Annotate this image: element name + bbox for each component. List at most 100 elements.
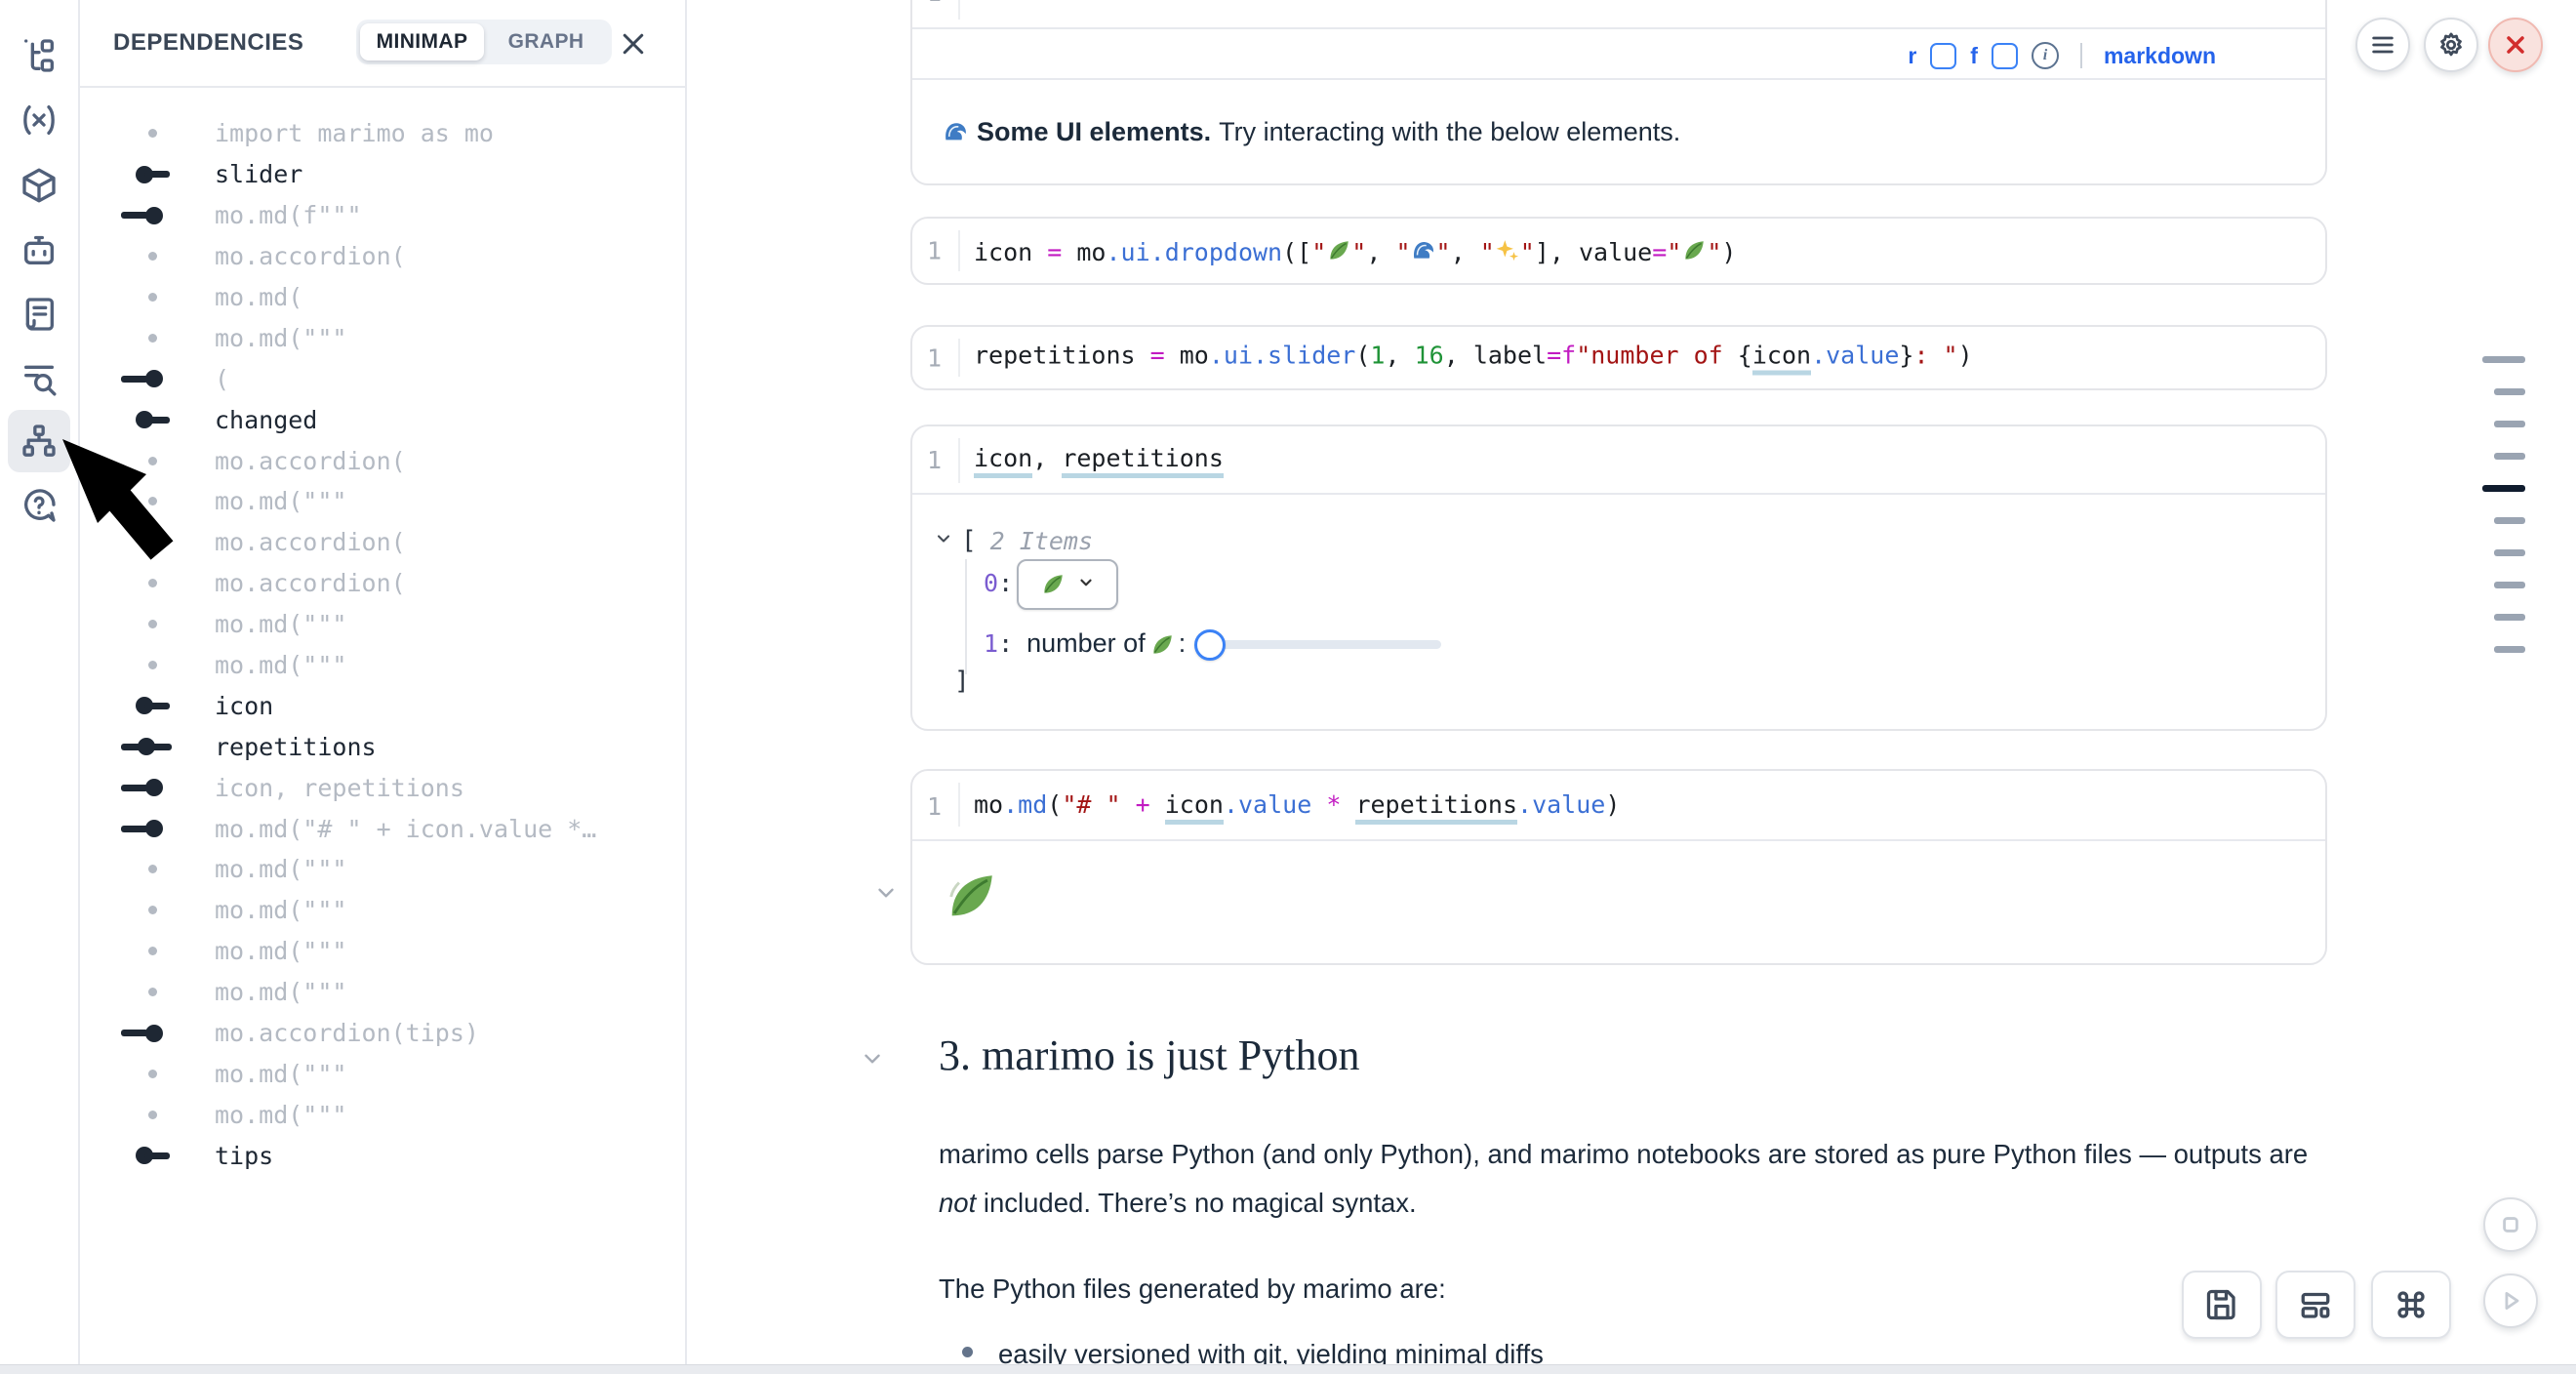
code-token: mo: [1165, 341, 1209, 369]
sidebar-rail: [0, 0, 80, 1374]
chevron-down-icon[interactable]: [934, 529, 953, 553]
shutdown-button[interactable]: [2488, 18, 2543, 72]
language-link[interactable]: markdown: [2104, 43, 2216, 69]
minimap-cell-dash[interactable]: [2494, 421, 2525, 427]
code-token: ": [1480, 238, 1495, 266]
dependency-item[interactable]: mo.md("# " + icon.value *…: [80, 808, 685, 849]
code-token: ": [1436, 238, 1451, 266]
dependency-item[interactable]: mo.md(""": [80, 1094, 685, 1135]
tab-minimap[interactable]: MINIMAP: [360, 23, 484, 61]
dependency-item[interactable]: tips: [80, 1135, 685, 1176]
dependency-graph-icon[interactable]: [8, 410, 70, 472]
stop-button[interactable]: [2483, 1197, 2538, 1252]
info-icon[interactable]: i: [2032, 42, 2059, 69]
dependency-item[interactable]: mo.md(""": [80, 890, 685, 931]
code-editor[interactable]: repetitions = mo.ui.slider(1, 16, label=…: [974, 341, 1973, 375]
code-token: .ui.slider: [1209, 341, 1356, 369]
minimap-cell-dash[interactable]: [2494, 549, 2525, 556]
code-token: +: [1136, 790, 1150, 819]
minimap-cell-dash[interactable]: [2494, 388, 2525, 395]
settings-button[interactable]: [2424, 18, 2478, 72]
code-token: ): [1721, 238, 1736, 266]
minimap-cell-dash[interactable]: [2494, 582, 2525, 588]
minimap-cell-dash[interactable]: [2482, 485, 2525, 492]
dependency-item-label: mo.md(""": [215, 896, 346, 924]
code-token: ,: [1451, 238, 1480, 266]
code-token: "number of: [1576, 341, 1738, 369]
run-button[interactable]: [2483, 1273, 2538, 1328]
minimap-cell-dash[interactable]: [2494, 646, 2525, 653]
dependency-item[interactable]: mo.accordion(tips): [80, 1013, 685, 1054]
help-icon[interactable]: [8, 474, 70, 537]
code-token: repetitions: [1062, 444, 1224, 478]
variables-icon[interactable]: [8, 89, 70, 151]
chevron-down-icon[interactable]: [873, 880, 899, 910]
slider-thumb[interactable]: [1194, 629, 1226, 661]
code-token: =: [1652, 238, 1667, 266]
logs-icon[interactable]: [8, 283, 70, 345]
minimap-cell-dash[interactable]: [2494, 614, 2525, 621]
f-checkbox[interactable]: [1992, 43, 2018, 69]
dependency-item[interactable]: (: [80, 358, 685, 399]
dependency-item[interactable]: repetitions: [80, 726, 685, 767]
dependency-item[interactable]: mo.accordion(: [80, 236, 685, 277]
r-checkbox[interactable]: [1930, 43, 1956, 69]
tab-graph[interactable]: GRAPH: [484, 23, 608, 61]
minimap-cell-dash[interactable]: [2494, 453, 2525, 460]
keyboard-shortcuts-button[interactable]: [2371, 1271, 2451, 1339]
close-panel-button[interactable]: [619, 29, 648, 59]
dependency-item[interactable]: mo.accordion(: [80, 563, 685, 604]
code-token: *: [1326, 790, 1341, 819]
save-button[interactable]: [2182, 1271, 2262, 1339]
packages-icon[interactable]: [8, 154, 70, 217]
code-token: }: [1899, 341, 1913, 369]
dot-marker-icon: [80, 645, 207, 686]
item-index: 0: [984, 569, 998, 597]
in-marker-icon: [80, 767, 207, 808]
ai-bot-icon[interactable]: [8, 219, 70, 281]
dependency-item[interactable]: mo.md(""": [80, 481, 685, 522]
out-marker-icon: [80, 1135, 207, 1176]
search-list-icon[interactable]: [8, 347, 70, 410]
icon-dropdown-select[interactable]: [1017, 559, 1118, 610]
dependency-item[interactable]: import marimo as mo: [80, 113, 685, 154]
file-tree-icon[interactable]: [8, 24, 70, 87]
italic-text: not: [939, 1188, 976, 1218]
code-editor[interactable]: icon = mo.ui.dropdown(["", "", ""], valu…: [974, 235, 1736, 266]
dependency-item[interactable]: mo.md(""": [80, 645, 685, 686]
tree-close-row: ]: [954, 667, 970, 696]
dependency-item[interactable]: mo.md(""": [80, 931, 685, 972]
code-token: mo: [1062, 238, 1106, 266]
dependency-item[interactable]: icon, repetitions: [80, 767, 685, 808]
tree-item-1: 1: number of :: [984, 628, 1186, 659]
code-editor[interactable]: icon, repetitions: [974, 444, 1224, 478]
dependency-item[interactable]: mo.md(""": [80, 1053, 685, 1094]
layout-button[interactable]: [2275, 1271, 2355, 1339]
cell-md-heading: 1 mo.md("# " + icon.value * repetitions.…: [910, 769, 2327, 965]
minimap-cell-dash[interactable]: [2494, 517, 2525, 524]
dependency-item[interactable]: slider: [80, 154, 685, 195]
dependency-item[interactable]: mo.accordion(: [80, 440, 685, 481]
dependency-item[interactable]: mo.md(""": [80, 317, 685, 358]
code-token: ): [1605, 790, 1620, 819]
dependency-item[interactable]: mo.md(: [80, 277, 685, 318]
notebook-menu-button[interactable]: [2355, 18, 2410, 72]
menu-icon: [2369, 31, 2396, 59]
chevron-down-icon[interactable]: [860, 1046, 885, 1076]
dependency-item[interactable]: mo.md(f""": [80, 195, 685, 236]
dependency-item[interactable]: changed: [80, 399, 685, 440]
slider-track[interactable]: [1209, 640, 1441, 649]
code-editor[interactable]: mo.md("# " + icon.value * repetitions.va…: [974, 790, 1620, 825]
code-token: {: [1738, 341, 1752, 369]
in-marker-icon: [80, 808, 207, 849]
bottom-scrollbar[interactable]: [0, 1364, 2576, 1374]
minimap-cell-dash[interactable]: [2482, 356, 2525, 363]
dependency-item[interactable]: icon: [80, 685, 685, 726]
stop-icon: [2497, 1211, 2524, 1238]
dependency-item[interactable]: mo.md(""": [80, 604, 685, 645]
dependency-item[interactable]: mo.accordion(: [80, 522, 685, 563]
dependency-item[interactable]: mo.md(""": [80, 972, 685, 1013]
dependency-item[interactable]: mo.md(""": [80, 849, 685, 890]
code-token: icon: [1165, 790, 1224, 825]
dependency-item-label: mo.md(""": [215, 651, 346, 679]
